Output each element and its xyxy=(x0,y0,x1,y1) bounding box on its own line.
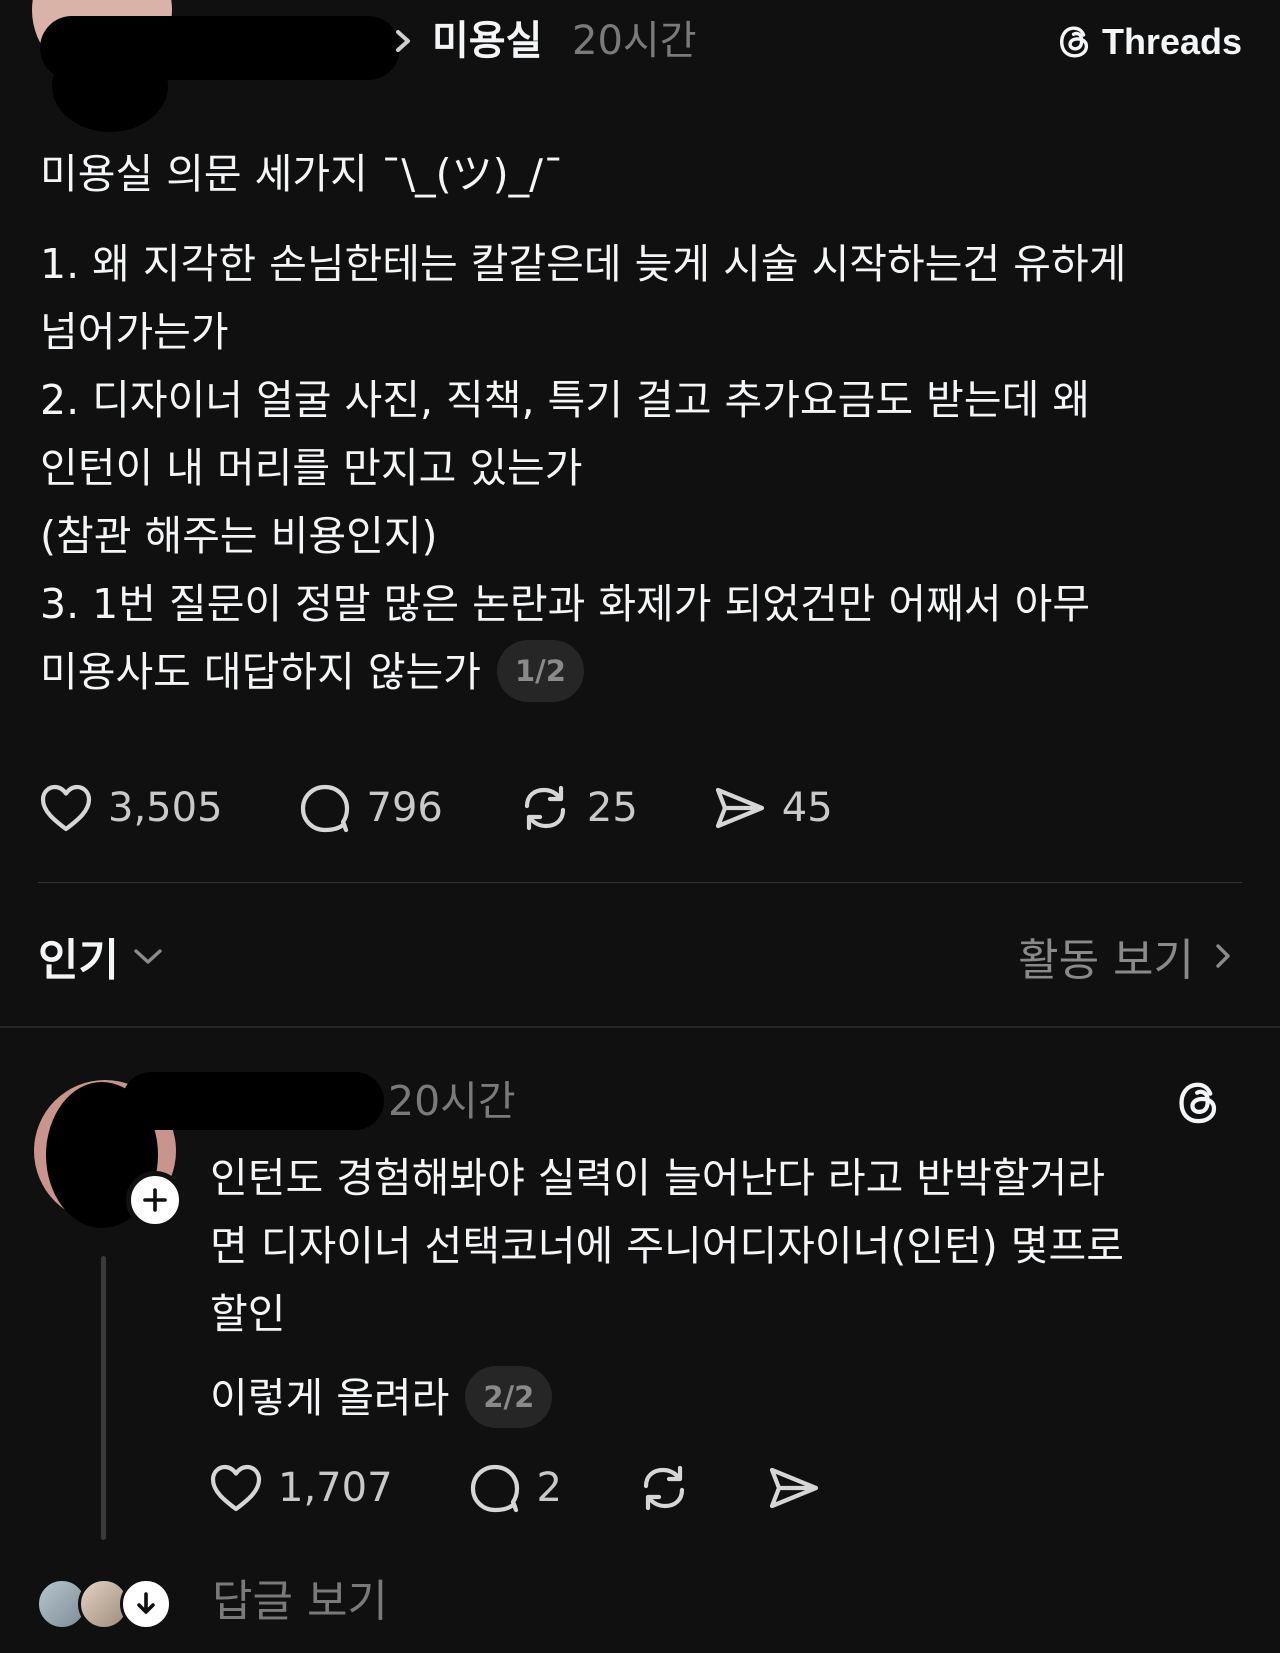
post-timestamp: 20시간 xyxy=(572,18,697,64)
chevron-down-icon xyxy=(134,949,162,964)
post-body: 미용실 의문 세가지 ¯\_(ツ)_/¯ 1. 왜 지각한 손님한테는 칼같은데… xyxy=(40,140,1250,706)
threads-logo-icon xyxy=(1059,26,1089,58)
chevron-right-icon xyxy=(396,30,410,52)
comment-bubble-icon xyxy=(300,784,349,833)
post-line: 1. 왜 지각한 손님한테는 칼같은데 늦게 시술 시작하는건 유하게 xyxy=(40,240,1127,288)
threads-badge[interactable]: Threads xyxy=(1056,16,1242,68)
repost-icon xyxy=(524,785,565,831)
divider xyxy=(38,882,1242,883)
redacted-username xyxy=(40,16,400,80)
sort-dropdown[interactable]: 인기 xyxy=(38,924,165,988)
share-count: 45 xyxy=(781,785,833,831)
like-button[interactable]: 3,505 xyxy=(38,782,223,834)
follow-button[interactable] xyxy=(126,1171,184,1229)
share-button[interactable]: 45 xyxy=(712,782,833,834)
redacted-username xyxy=(122,1072,384,1130)
threads-logo-icon[interactable] xyxy=(1174,1076,1224,1130)
post-action-bar: 3,505 796 25 45 xyxy=(38,778,907,838)
reply-timestamp: 20시간 xyxy=(388,1077,516,1125)
post-line: 넘어가는가 xyxy=(40,308,229,356)
expand-replies-button[interactable] xyxy=(120,1578,172,1630)
reply-line-last: 이렇게 올려라 2/2 xyxy=(210,1364,1250,1432)
comment-count: 796 xyxy=(366,785,443,831)
like-count: 3,505 xyxy=(108,785,223,831)
comment-bubble-icon xyxy=(470,1464,519,1513)
send-icon xyxy=(715,787,764,829)
repost-icon xyxy=(643,1465,685,1511)
reply-avatars-stack[interactable] xyxy=(36,1578,176,1630)
thread-connector-line xyxy=(101,1256,106,1540)
reply-pager-badge: 2/2 xyxy=(465,1366,553,1428)
view-activity-link[interactable]: 활동 보기 xyxy=(1018,924,1234,988)
comment-button[interactable]: 796 xyxy=(297,782,443,834)
view-activity-label: 활동 보기 xyxy=(1018,935,1194,986)
reply-body: 인턴도 경험해봐야 실력이 늘어난다 라고 반박할거라 면 디자이너 선택코너에… xyxy=(210,1144,1250,1432)
post-category[interactable]: 미용실 xyxy=(432,12,542,70)
post-line: 인턴이 내 머리를 만지고 있는가 xyxy=(40,444,583,492)
reply-repost-button[interactable] xyxy=(636,1462,692,1514)
reply-action-bar: 1,707 2 xyxy=(208,1458,896,1518)
post-line-last: 미용사도 대답하지 않는가 1/2 xyxy=(40,638,1250,706)
reply-like-count: 1,707 xyxy=(278,1465,393,1511)
threads-badge-label: Threads xyxy=(1101,21,1242,62)
reply-line: 인턴도 경험해봐야 실력이 늘어난다 라고 반박할거라 xyxy=(210,1154,1106,1202)
post-line: 2. 디자이너 얼굴 사진, 직책, 특기 걸고 추가요금도 받는데 왜 xyxy=(40,376,1091,424)
reply-line: 할인 xyxy=(210,1290,286,1338)
plus-icon xyxy=(143,1188,167,1212)
reply-share-button[interactable] xyxy=(766,1462,822,1514)
reply-like-button[interactable]: 1,707 xyxy=(208,1462,393,1514)
view-replies-link[interactable]: 답글 보기 xyxy=(212,1572,388,1632)
divider xyxy=(0,1026,1280,1028)
post-line: 3. 1번 질문이 정말 많은 논란과 화제가 되었건만 어째서 아무 xyxy=(40,580,1091,628)
repost-button[interactable]: 25 xyxy=(517,782,638,834)
reply-line: 면 디자이너 선택코너에 주니어디자이너(인턴) 몇프로 xyxy=(210,1222,1124,1270)
post-title: 미용실 의문 세가지 ¯\_(ツ)_/¯ xyxy=(40,150,564,198)
arrow-down-icon xyxy=(137,1592,155,1614)
reply-comment-button[interactable]: 2 xyxy=(467,1462,562,1514)
chevron-right-icon xyxy=(1216,944,1230,968)
post-line-text: 미용사도 대답하지 않는가 xyxy=(40,648,481,696)
send-icon xyxy=(769,1467,819,1509)
post-line: (참관 해주는 비용인지) xyxy=(40,512,438,560)
reply-comment-count: 2 xyxy=(536,1465,562,1511)
post-pager-badge: 1/2 xyxy=(496,640,584,702)
heart-icon xyxy=(40,784,92,832)
sort-label: 인기 xyxy=(38,935,119,986)
heart-icon xyxy=(210,1464,262,1512)
reply-line-text: 이렇게 올려라 xyxy=(210,1374,450,1422)
repost-count: 25 xyxy=(586,785,638,831)
